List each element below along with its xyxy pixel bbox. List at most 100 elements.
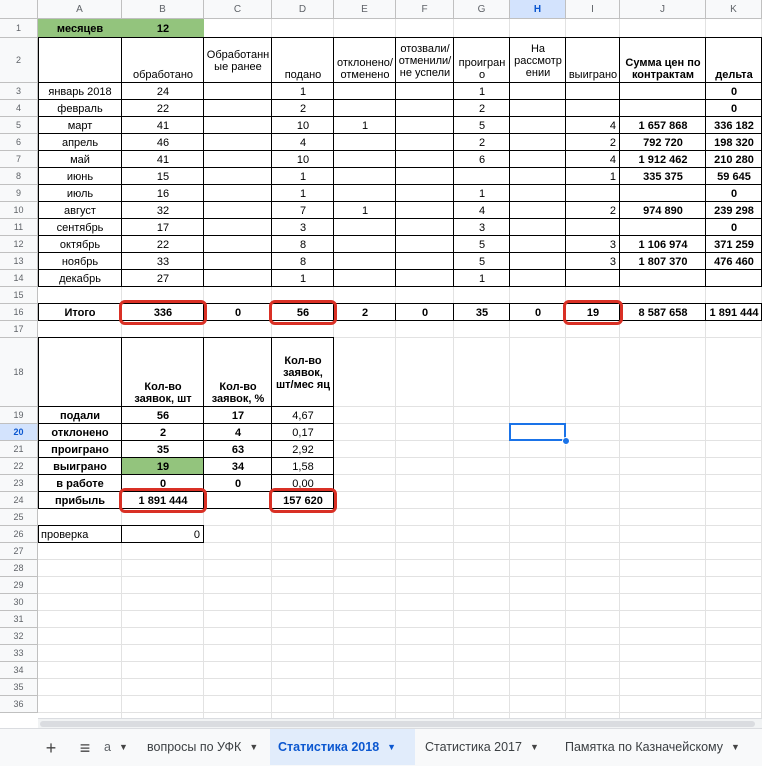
month-delta-cell[interactable]: 210 280 xyxy=(706,151,762,168)
column-header-i[interactable]: I xyxy=(566,0,620,19)
row-header-35[interactable]: 35 xyxy=(0,679,38,696)
summary-label-cell[interactable]: отклонено xyxy=(38,424,122,441)
summary-percent-cell[interactable]: 17 xyxy=(204,407,272,424)
month-obrabotano-cell[interactable]: 22 xyxy=(122,236,204,253)
month-podano-cell[interactable]: 1 xyxy=(272,270,334,287)
column-header-a[interactable]: A xyxy=(38,0,122,19)
month-vyigrano-cell[interactable] xyxy=(566,185,620,202)
summary-percent-cell[interactable]: 63 xyxy=(204,441,272,458)
row-header-17[interactable]: 17 xyxy=(0,321,38,338)
summary-count-cell[interactable]: 2 xyxy=(122,424,204,441)
sheet-tab-ufk[interactable]: вопросы по УФК ▼ xyxy=(139,729,266,765)
month-name-cell[interactable]: февраль xyxy=(38,100,122,117)
month-otkloneno-cell[interactable] xyxy=(334,219,396,236)
month-obrabotano-cell[interactable]: 32 xyxy=(122,202,204,219)
row-header-7[interactable]: 7 xyxy=(0,151,38,168)
row-header-1[interactable]: 1 xyxy=(0,19,38,38)
row-header-30[interactable]: 30 xyxy=(0,594,38,611)
row-header-16[interactable]: 16 xyxy=(0,304,38,321)
check-value-cell[interactable]: 0 xyxy=(122,526,204,543)
month-name-cell[interactable]: апрель xyxy=(38,134,122,151)
month-name-cell[interactable]: январь 2018 xyxy=(38,83,122,100)
month-delta-cell[interactable] xyxy=(706,270,762,287)
month-podano-cell[interactable]: 10 xyxy=(272,151,334,168)
row-header-5[interactable]: 5 xyxy=(0,117,38,134)
all-sheets-menu-icon[interactable]: ≡ xyxy=(74,737,96,759)
sheet-tab-partial[interactable]: а ▼ xyxy=(100,729,132,765)
month-summa-cell[interactable]: 1 912 462 xyxy=(620,151,706,168)
month-otkloneno-cell[interactable]: 1 xyxy=(334,117,396,134)
month-proigrano-cell[interactable]: 1 xyxy=(454,185,510,202)
month-summa-cell[interactable]: 335 375 xyxy=(620,168,706,185)
month-delta-cell[interactable]: 336 182 xyxy=(706,117,762,134)
summary-count-cell[interactable]: 35 xyxy=(122,441,204,458)
row-header-12[interactable]: 12 xyxy=(0,236,38,253)
header-obrabotano[interactable]: обработано xyxy=(122,38,204,83)
month-delta-cell[interactable]: 198 320 xyxy=(706,134,762,151)
month-name-cell[interactable]: июль xyxy=(38,185,122,202)
month-podano-cell[interactable]: 8 xyxy=(272,236,334,253)
month-delta-cell[interactable]: 476 460 xyxy=(706,253,762,270)
row-header-32[interactable]: 32 xyxy=(0,628,38,645)
profit-label[interactable]: прибыль xyxy=(38,492,122,509)
row-header-13[interactable]: 13 xyxy=(0,253,38,270)
totals-summa-cell[interactable]: 8 587 658 xyxy=(620,304,706,321)
summary-header-count[interactable]: Кол-во заявок, шт xyxy=(122,338,204,407)
month-proigrano-cell[interactable]: 2 xyxy=(454,100,510,117)
column-header-j[interactable]: J xyxy=(620,0,706,19)
month-delta-cell[interactable]: 0 xyxy=(706,185,762,202)
header-otkloneno[interactable]: отклонено/ отменено xyxy=(334,38,396,83)
header-podano[interactable]: подано xyxy=(272,38,334,83)
month-delta-cell[interactable]: 0 xyxy=(706,219,762,236)
totals-c-cell[interactable]: 0 xyxy=(204,304,272,321)
header-summa-cen[interactable]: Сумма цен по контрактам xyxy=(620,38,706,83)
month-name-cell[interactable]: май xyxy=(38,151,122,168)
spreadsheet-grid[interactable]: A B C D E F G H I J K 1 2 3 4 5 6 7 8 9 10 11 12 13 14 15 16 17 18 19… xyxy=(0,0,762,718)
row-header-9[interactable]: 9 xyxy=(0,185,38,202)
header-na-rassmotrenii[interactable]: На рассмотр ении xyxy=(510,38,566,83)
month-obrabotano-cell[interactable]: 24 xyxy=(122,83,204,100)
month-vyigrano-cell[interactable] xyxy=(566,100,620,117)
column-header-k[interactable]: K xyxy=(706,0,762,19)
month-vyigrano-cell[interactable]: 2 xyxy=(566,202,620,219)
month-vyigrano-cell[interactable]: 4 xyxy=(566,151,620,168)
summary-label-cell[interactable]: выиграно xyxy=(38,458,122,475)
month-otkloneno-cell[interactable] xyxy=(334,168,396,185)
month-proigrano-cell[interactable]: 3 xyxy=(454,219,510,236)
month-name-cell[interactable]: ноябрь xyxy=(38,253,122,270)
month-otkloneno-cell[interactable] xyxy=(334,185,396,202)
row-header-2[interactable]: 2 xyxy=(0,38,38,83)
row-header-4[interactable]: 4 xyxy=(0,100,38,117)
summary-per-month-cell[interactable]: 0,17 xyxy=(272,424,334,441)
month-otkloneno-cell[interactable] xyxy=(334,83,396,100)
month-summa-cell[interactable]: 1 657 868 xyxy=(620,117,706,134)
month-summa-cell[interactable]: 1 106 974 xyxy=(620,236,706,253)
summary-count-cell[interactable]: 19 xyxy=(122,458,204,475)
month-podano-cell[interactable]: 10 xyxy=(272,117,334,134)
row-header-33[interactable]: 33 xyxy=(0,645,38,662)
row-header-20[interactable]: 20 xyxy=(0,424,38,441)
totals-f-cell[interactable]: 0 xyxy=(396,304,454,321)
month-otkloneno-cell[interactable] xyxy=(334,151,396,168)
totals-h-cell[interactable]: 0 xyxy=(510,304,566,321)
row-header-15[interactable]: 15 xyxy=(0,287,38,304)
summary-label-cell[interactable]: в работе xyxy=(38,475,122,492)
month-delta-cell[interactable]: 0 xyxy=(706,100,762,117)
totals-g-cell[interactable]: 35 xyxy=(454,304,510,321)
month-obrabotano-cell[interactable]: 15 xyxy=(122,168,204,185)
month-obrabotano-cell[interactable]: 46 xyxy=(122,134,204,151)
month-obrabotano-cell[interactable]: 41 xyxy=(122,117,204,134)
summary-percent-cell[interactable]: 34 xyxy=(204,458,272,475)
row-header-23[interactable]: 23 xyxy=(0,475,38,492)
month-otkloneno-cell[interactable] xyxy=(334,134,396,151)
header-delta[interactable]: дельта xyxy=(706,38,762,83)
month-vyigrano-cell[interactable]: 3 xyxy=(566,253,620,270)
month-podano-cell[interactable]: 1 xyxy=(272,185,334,202)
header-proigrano[interactable]: проигран о xyxy=(454,38,510,83)
row-header-22[interactable]: 22 xyxy=(0,458,38,475)
summary-per-month-cell[interactable]: 1,58 xyxy=(272,458,334,475)
month-summa-cell[interactable]: 974 890 xyxy=(620,202,706,219)
header-otozvali[interactable]: отозвали/ отменили/ не успели xyxy=(396,38,454,83)
row-header-14[interactable]: 14 xyxy=(0,270,38,287)
month-delta-cell[interactable]: 239 298 xyxy=(706,202,762,219)
